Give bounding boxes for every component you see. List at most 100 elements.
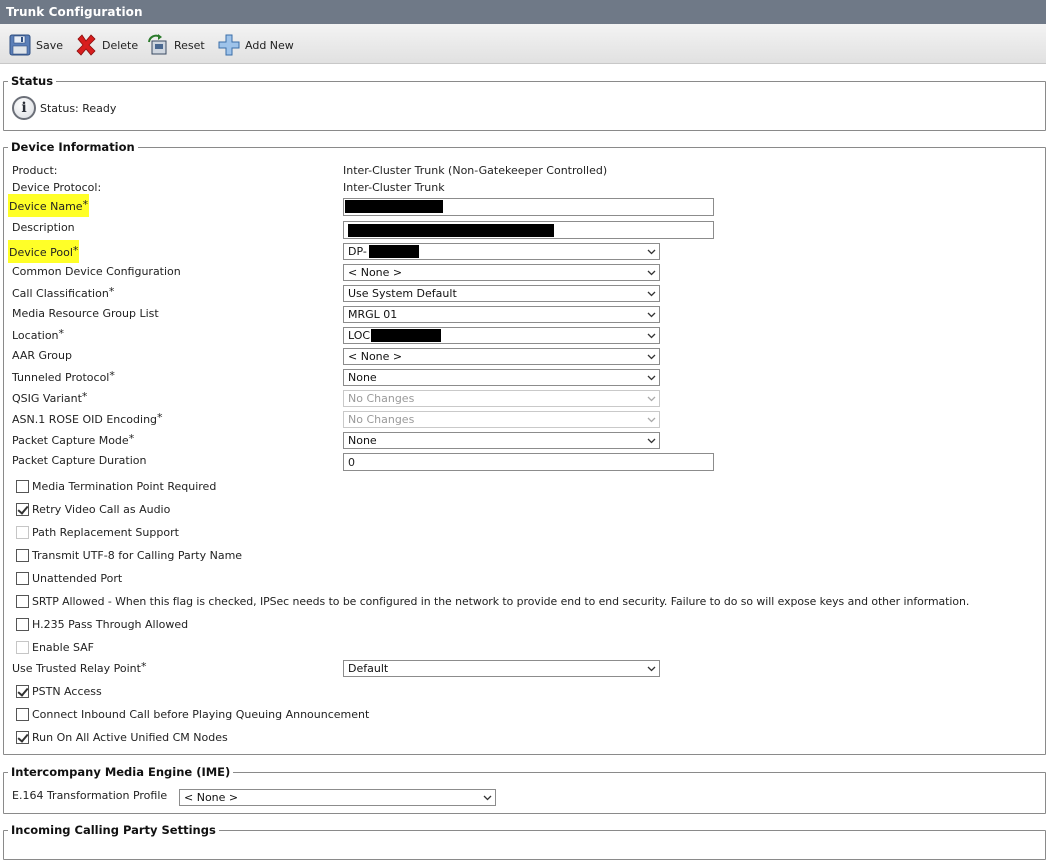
checkbox-pstn-access[interactable]: PSTN Access	[16, 685, 102, 698]
page-title: Trunk Configuration	[0, 0, 1046, 24]
checkbox-run-on-all-nodes[interactable]: Run On All Active Unified CM Nodes	[16, 731, 228, 744]
checkbox-label: Enable SAF	[32, 641, 95, 654]
call-classification-label: Call Classification*	[12, 285, 114, 300]
asn-rose-label-text: ASN.1 ROSE OID Encoding	[12, 413, 158, 426]
checkbox-box[interactable]	[16, 618, 29, 631]
e164-transformation-value: < None >	[184, 791, 239, 804]
checkbox-box[interactable]	[16, 595, 29, 608]
call-classification-value: Use System Default	[348, 287, 457, 300]
location-select[interactable]: LOC	[343, 327, 660, 344]
checkbox-retry-video[interactable]: Retry Video Call as Audio	[16, 503, 170, 516]
checkbox-enable-saf: Enable SAF	[16, 641, 94, 654]
delete-button[interactable]: Delete	[74, 32, 138, 58]
chevron-down-icon	[647, 310, 656, 319]
checkbox-mtp-required[interactable]: Media Termination Point Required	[16, 480, 216, 493]
checkbox-label: Media Termination Point Required	[32, 480, 217, 493]
required-mark: *	[108, 285, 115, 298]
chevron-down-icon	[647, 664, 656, 673]
checkbox-label: Unattended Port	[32, 572, 123, 585]
qsig-variant-select: No Changes	[343, 390, 660, 407]
save-label: Save	[36, 38, 64, 52]
chevron-down-icon	[647, 331, 656, 340]
tunneled-protocol-label-text: Tunneled Protocol	[12, 371, 110, 384]
mrgl-select[interactable]: MRGL 01	[343, 306, 660, 323]
checkbox-box[interactable]	[16, 480, 29, 493]
packet-capture-duration-value: 0	[348, 456, 355, 469]
trusted-relay-point-label: Use Trusted Relay Point*	[12, 660, 146, 675]
required-mark: *	[128, 432, 135, 445]
checkbox-label: PSTN Access	[32, 685, 102, 698]
ime-legend: Intercompany Media Engine (IME)	[8, 765, 234, 779]
checkbox-srtp-allowed[interactable]: SRTP Allowed - When this flag is checked…	[16, 595, 969, 608]
incoming-calling-party-section: Incoming Calling Party Settings	[3, 823, 1046, 860]
checkbox-label: Transmit UTF-8 for Calling Party Name	[32, 549, 243, 562]
device-pool-label-text: Device Pool	[9, 246, 73, 259]
common-device-config-select[interactable]: < None >	[343, 264, 660, 281]
tunneled-protocol-value: None	[348, 371, 377, 384]
location-value: LOC	[348, 329, 371, 342]
checkbox-box[interactable]	[16, 731, 29, 744]
packet-capture-mode-label-text: Packet Capture Mode	[12, 434, 129, 447]
chevron-down-icon	[647, 352, 656, 361]
packet-capture-duration-label: Packet Capture Duration	[12, 454, 147, 467]
tunneled-protocol-select[interactable]: None	[343, 369, 660, 386]
trusted-relay-point-label-text: Use Trusted Relay Point	[12, 662, 141, 675]
required-mark: *	[109, 369, 115, 382]
mrgl-value: MRGL 01	[348, 308, 398, 321]
call-classification-select[interactable]: Use System Default	[343, 285, 660, 302]
description-input[interactable]	[343, 221, 714, 239]
reset-icon	[146, 33, 170, 57]
status-row: i Status: Ready	[12, 96, 116, 120]
asn-rose-value: No Changes	[348, 413, 415, 426]
checkbox-box[interactable]	[16, 503, 29, 516]
chevron-down-icon	[483, 793, 492, 802]
device-pool-label: Device Pool*	[8, 240, 80, 263]
add-new-button[interactable]: Add New	[217, 32, 294, 58]
e164-transformation-select[interactable]: < None >	[179, 789, 496, 806]
device-pool-value: DP-	[348, 245, 367, 258]
info-icon: i	[12, 96, 36, 120]
aar-group-label: AAR Group	[12, 349, 72, 362]
packet-capture-mode-label: Packet Capture Mode*	[12, 432, 134, 447]
chevron-down-icon	[647, 268, 656, 277]
asn-rose-label: ASN.1 ROSE OID Encoding*	[12, 411, 163, 426]
redacted-value	[369, 245, 419, 258]
reset-button[interactable]: Reset	[146, 32, 205, 58]
chevron-down-icon	[647, 394, 656, 403]
reset-label: Reset	[174, 38, 205, 52]
checkbox-label: Retry Video Call as Audio	[32, 503, 171, 516]
checkbox-h235-passthrough[interactable]: H.235 Pass Through Allowed	[16, 618, 188, 631]
e164-transformation-label: E.164 Transformation Profile	[12, 789, 168, 802]
checkbox-label: SRTP Allowed - When this flag is checked…	[32, 595, 970, 608]
location-label: Location*	[12, 327, 64, 342]
required-mark: *	[72, 244, 79, 257]
chevron-down-icon	[647, 247, 656, 256]
checkbox-transmit-utf8[interactable]: Transmit UTF-8 for Calling Party Name	[16, 549, 242, 562]
product-label: Product:	[12, 164, 58, 177]
save-button[interactable]: Save	[8, 32, 63, 58]
trusted-relay-point-value: Default	[348, 662, 389, 675]
call-classification-label-text: Call Classification	[12, 287, 109, 300]
checkbox-box[interactable]	[16, 549, 29, 562]
checkbox-box[interactable]	[16, 685, 29, 698]
checkbox-connect-inbound[interactable]: Connect Inbound Call before Playing Queu…	[16, 708, 369, 721]
packet-capture-duration-input[interactable]: 0	[343, 453, 714, 471]
checkbox-label: Connect Inbound Call before Playing Queu…	[32, 708, 370, 721]
chevron-down-icon	[647, 289, 656, 298]
checkbox-box[interactable]	[16, 708, 29, 721]
required-mark: *	[82, 198, 89, 211]
required-mark: *	[157, 411, 163, 424]
trusted-relay-point-select[interactable]: Default	[343, 660, 660, 677]
checkbox-unattended-port[interactable]: Unattended Port	[16, 572, 122, 585]
device-pool-select[interactable]: DP-	[343, 243, 660, 260]
tunneled-protocol-label: Tunneled Protocol*	[12, 369, 115, 384]
checkbox-label: Path Replacement Support	[32, 526, 179, 539]
aar-group-value: < None >	[348, 350, 403, 363]
aar-group-select[interactable]: < None >	[343, 348, 660, 365]
checkbox-box[interactable]	[16, 572, 29, 585]
device-name-input[interactable]	[343, 198, 714, 216]
required-mark: *	[140, 660, 147, 673]
packet-capture-mode-value: None	[348, 434, 377, 447]
packet-capture-mode-select[interactable]: None	[343, 432, 660, 449]
save-icon	[8, 33, 32, 57]
